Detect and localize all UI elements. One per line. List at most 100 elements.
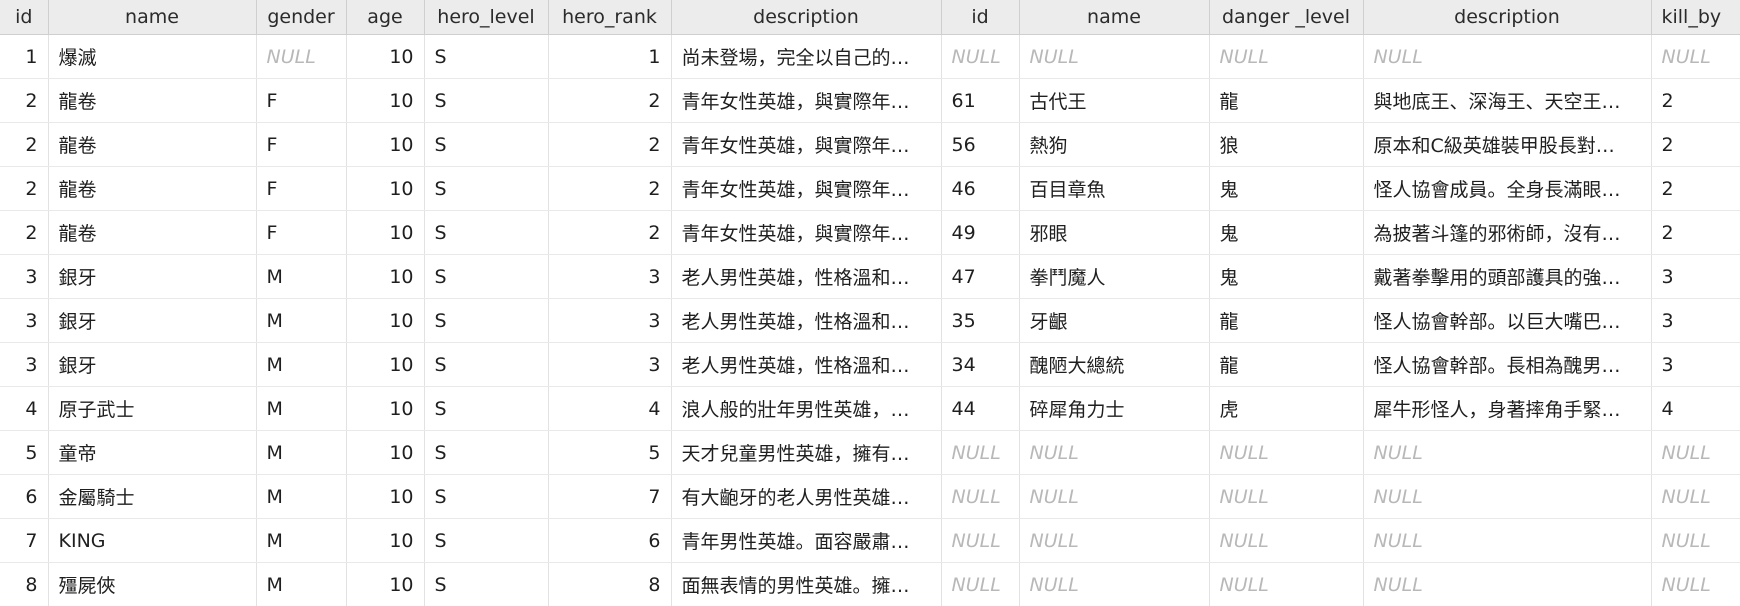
cell-hero-level[interactable]: S (424, 562, 549, 606)
cell-hero-description[interactable]: 青年女性英雄，與實際年… (671, 166, 942, 211)
cell-monster-description[interactable]: 為披著斗篷的邪術師，沒有… (1363, 210, 1652, 255)
cell-gender[interactable]: NULL (256, 34, 347, 79)
cell-hero-description[interactable]: 老人男性英雄，性格溫和… (671, 342, 942, 387)
cell-monster-name[interactable]: NULL (1019, 518, 1210, 563)
cell-danger-level[interactable]: 鬼 (1209, 254, 1364, 299)
cell-hero-description[interactable]: 老人男性英雄，性格溫和… (671, 254, 942, 299)
cell-kill-by[interactable]: 2 (1651, 78, 1740, 123)
cell-hero-name[interactable]: 龍卷 (48, 210, 257, 255)
table-row[interactable]: 1 爆滅 NULL 10 S 1 尚未登場，完全以自己的… NULL NULL NULL NULL N… (0, 34, 1740, 79)
column-header-danger-level[interactable]: danger _level (1209, 0, 1364, 35)
cell-hero-level[interactable]: S (424, 342, 549, 387)
cell-hero-name[interactable]: 龍卷 (48, 166, 257, 211)
cell-hero-rank[interactable]: 2 (548, 166, 672, 211)
cell-kill-by[interactable]: NULL (1651, 562, 1740, 606)
cell-kill-by[interactable]: 4 (1651, 386, 1740, 431)
cell-kill-by[interactable]: NULL (1651, 34, 1740, 79)
cell-hero-id[interactable]: 8 (0, 562, 49, 606)
cell-monster-name[interactable]: NULL (1019, 562, 1210, 606)
cell-gender[interactable]: M (256, 518, 347, 563)
cell-kill-by[interactable]: 3 (1651, 342, 1740, 387)
column-header-kill-by[interactable]: kill_by (1651, 0, 1740, 35)
table-row[interactable]: 2 龍卷 F 10 S 2 青年女性英雄，與實際年… 61 古代王龍與地底王、深海王、天空王… 2 (0, 78, 1740, 123)
cell-gender[interactable]: M (256, 342, 347, 387)
cell-age[interactable]: 10 (346, 342, 425, 387)
cell-monster-description[interactable]: 怪人協會成員。全身長滿眼… (1363, 166, 1652, 211)
table-row[interactable]: 4 原子武士 M 10 S 4 浪人般的壯年男性英雄，… 44 碎犀角力士虎犀牛形怪人，身著摔角… (0, 386, 1740, 431)
cell-hero-level[interactable]: S (424, 474, 549, 519)
cell-monster-id[interactable]: 44 (941, 386, 1020, 431)
table-row[interactable]: 2 龍卷 F 10 S 2 青年女性英雄，與實際年… 46 百目章魚鬼怪人協會成員。全身長滿眼…… (0, 166, 1740, 211)
cell-age[interactable]: 10 (346, 562, 425, 606)
cell-monster-id[interactable]: NULL (941, 562, 1020, 606)
table-row[interactable]: 2 龍卷 F 10 S 2 青年女性英雄，與實際年… 56 熱狗狼原本和C級英雄裝甲股長對… 2 (0, 122, 1740, 167)
cell-gender[interactable]: F (256, 210, 347, 255)
cell-monster-description[interactable]: NULL (1363, 518, 1652, 563)
cell-hero-name[interactable]: 童帝 (48, 430, 257, 475)
cell-hero-description[interactable]: 青年女性英雄，與實際年… (671, 210, 942, 255)
table-row[interactable]: 5 童帝 M 10 S 5 天才兒童男性英雄，擁有… NULL NULL NULL NULL NULL (0, 430, 1740, 475)
cell-hero-name[interactable]: 金屬騎士 (48, 474, 257, 519)
table-row[interactable]: 8 殭屍俠 M 10 S 8 面無表情的男性英雄。擁… NULL NULL NULL NULL NUL… (0, 562, 1740, 606)
cell-monster-description[interactable]: NULL (1363, 562, 1652, 606)
cell-hero-id[interactable]: 2 (0, 78, 49, 123)
column-header-hero-name[interactable]: name (48, 0, 257, 35)
cell-hero-name[interactable]: 銀牙 (48, 254, 257, 299)
cell-gender[interactable]: M (256, 430, 347, 475)
cell-age[interactable]: 10 (346, 386, 425, 431)
cell-monster-name[interactable]: 邪眼 (1019, 210, 1210, 255)
cell-gender[interactable]: F (256, 78, 347, 123)
cell-monster-id[interactable]: 56 (941, 122, 1020, 167)
cell-hero-name[interactable]: 爆滅 (48, 34, 257, 79)
cell-monster-name[interactable]: NULL (1019, 34, 1210, 79)
cell-hero-name[interactable]: 龍卷 (48, 78, 257, 123)
cell-hero-description[interactable]: 浪人般的壯年男性英雄，… (671, 386, 942, 431)
cell-hero-id[interactable]: 2 (0, 122, 49, 167)
cell-gender[interactable]: M (256, 386, 347, 431)
cell-danger-level[interactable]: NULL (1209, 34, 1364, 79)
cell-gender[interactable]: M (256, 474, 347, 519)
cell-monster-name[interactable]: NULL (1019, 430, 1210, 475)
cell-monster-name[interactable]: 碎犀角力士 (1019, 386, 1210, 431)
cell-monster-id[interactable]: 35 (941, 298, 1020, 343)
cell-hero-rank[interactable]: 2 (548, 210, 672, 255)
cell-age[interactable]: 10 (346, 122, 425, 167)
cell-danger-level[interactable]: 鬼 (1209, 166, 1364, 211)
cell-age[interactable]: 10 (346, 518, 425, 563)
table-row[interactable]: 7 KING M 10 S 6 青年男性英雄。面容嚴肅… NULL NULL NULL NULL NU… (0, 518, 1740, 563)
column-header-monster-id[interactable]: id (941, 0, 1020, 35)
cell-monster-name[interactable]: 熱狗 (1019, 122, 1210, 167)
column-header-hero-description[interactable]: description (671, 0, 942, 35)
table-row[interactable]: 3 銀牙 M 10 S 3 老人男性英雄，性格溫和… 47 拳鬥魔人鬼戴著拳擊用的頭部護具的強…… (0, 254, 1740, 299)
result-grid[interactable]: id name gender age hero_level hero_rank descri… (0, 0, 1740, 606)
table-row[interactable]: 6 金屬騎士 M 10 S 7 有大齙牙的老人男性英雄… NULL NULL NULL NULL NU… (0, 474, 1740, 519)
cell-hero-rank[interactable]: 2 (548, 122, 672, 167)
cell-hero-level[interactable]: S (424, 518, 549, 563)
cell-hero-level[interactable]: S (424, 298, 549, 343)
cell-age[interactable]: 10 (346, 210, 425, 255)
cell-age[interactable]: 10 (346, 298, 425, 343)
cell-age[interactable]: 10 (346, 78, 425, 123)
cell-danger-level[interactable]: 虎 (1209, 386, 1364, 431)
table-row[interactable]: 3 銀牙 M 10 S 3 老人男性英雄，性格溫和… 35 牙齦龍怪人協會幹部。以巨大嘴巴… 3 (0, 298, 1740, 343)
cell-hero-name[interactable]: 原子武士 (48, 386, 257, 431)
cell-hero-id[interactable]: 4 (0, 386, 49, 431)
cell-gender[interactable]: M (256, 298, 347, 343)
cell-hero-rank[interactable]: 1 (548, 34, 672, 79)
cell-kill-by[interactable]: 2 (1651, 122, 1740, 167)
cell-monster-id[interactable]: 61 (941, 78, 1020, 123)
cell-hero-level[interactable]: S (424, 34, 549, 79)
cell-hero-name[interactable]: 龍卷 (48, 122, 257, 167)
cell-kill-by[interactable]: 2 (1651, 166, 1740, 211)
cell-hero-level[interactable]: S (424, 210, 549, 255)
column-header-gender[interactable]: gender (256, 0, 347, 35)
cell-kill-by[interactable]: NULL (1651, 518, 1740, 563)
cell-hero-name[interactable]: 銀牙 (48, 298, 257, 343)
cell-monster-id[interactable]: NULL (941, 474, 1020, 519)
column-header-hero-level[interactable]: hero_level (424, 0, 549, 35)
cell-hero-description[interactable]: 有大齙牙的老人男性英雄… (671, 474, 942, 519)
cell-monster-description[interactable]: 怪人協會幹部。以巨大嘴巴… (1363, 298, 1652, 343)
cell-monster-id[interactable]: 49 (941, 210, 1020, 255)
column-header-monster-name[interactable]: name (1019, 0, 1210, 35)
cell-hero-id[interactable]: 3 (0, 298, 49, 343)
